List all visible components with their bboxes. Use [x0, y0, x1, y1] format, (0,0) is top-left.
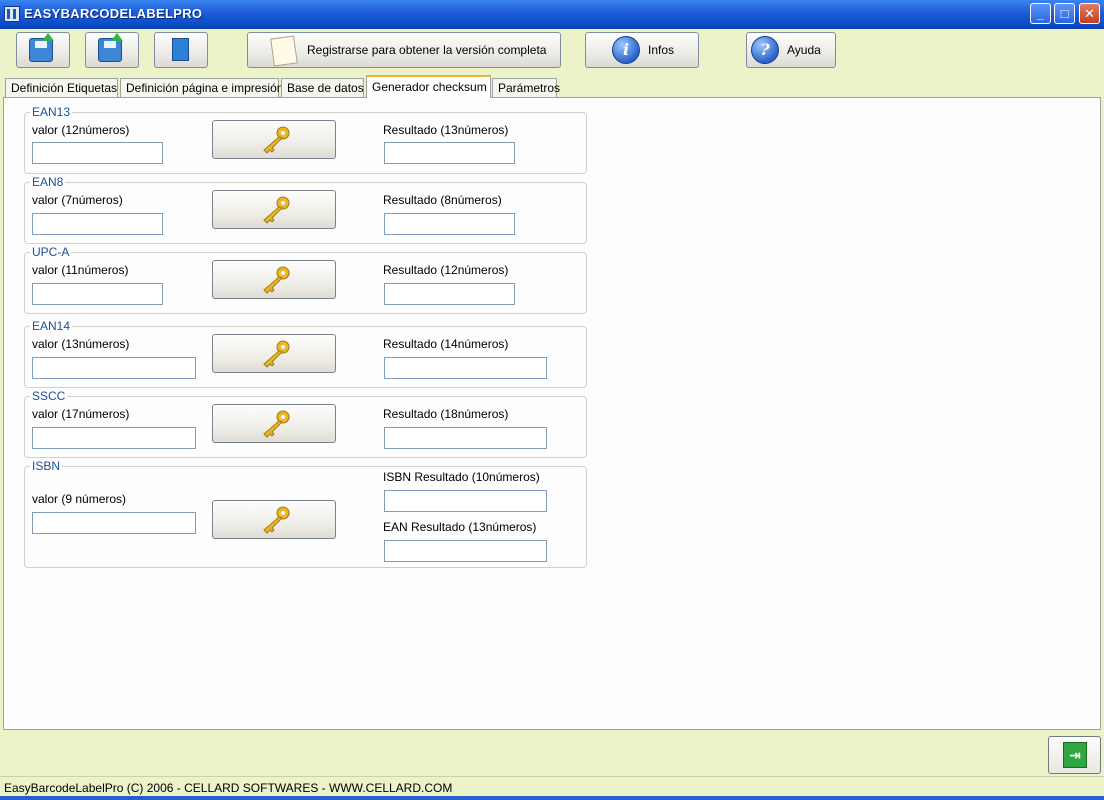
ean8-generate-button[interactable] — [212, 190, 336, 229]
ean14-generate-button[interactable] — [212, 334, 336, 373]
key-icon — [263, 340, 290, 368]
ean14-value-input[interactable] — [32, 357, 196, 379]
tab-definicion-etiquetas[interactable]: Definición Etiquetas — [5, 78, 118, 97]
status-text: EasyBarcodeLabelPro (C) 2006 - CELLARD S… — [4, 781, 453, 795]
close-button[interactable]: ✕ — [1079, 3, 1100, 24]
ean8-input-label: valor (7números) — [32, 193, 123, 207]
exit-button[interactable]: ⇥ — [1048, 736, 1101, 774]
group-title: ISBN — [30, 459, 63, 473]
save-as-button[interactable] — [85, 32, 139, 68]
sscc-result-label: Resultado (18números) — [383, 407, 509, 421]
upca-result-field[interactable] — [384, 283, 515, 305]
tab-base-de-datos[interactable]: Base de datos — [281, 78, 364, 97]
tab-definicion-pagina[interactable]: Definición página e impresión — [120, 78, 283, 97]
ean8-result-label: Resultado (8números) — [383, 193, 502, 207]
isbn-result-label: ISBN Resultado (10números) — [383, 470, 540, 484]
tab-parametros[interactable]: Parámetros — [492, 78, 560, 97]
window-title: EASYBARCODELABELPRO — [24, 6, 203, 21]
ayuda-button-label: Ayuda — [787, 43, 821, 57]
tab-generador-checksum[interactable]: Generador checksum — [366, 75, 491, 98]
ean13-result-field[interactable] — [384, 142, 515, 164]
title-bar: EASYBARCODELABELPRO _ □ ✕ — [0, 0, 1104, 29]
minimize-button[interactable]: _ — [1030, 3, 1051, 24]
group-title: UPC-A — [30, 245, 72, 259]
isbn-input-label: valor (9 números) — [32, 492, 127, 506]
ean13-result-label: Resultado (13números) — [383, 123, 509, 137]
ean13-generate-button[interactable] — [212, 120, 336, 159]
new-document-button[interactable] — [154, 32, 208, 68]
isbn-ean-result-field[interactable] — [384, 540, 547, 562]
app-icon — [4, 6, 20, 22]
info-icon: i — [612, 36, 640, 64]
ayuda-button[interactable]: ? Ayuda — [746, 32, 836, 68]
save-button[interactable] — [16, 32, 70, 68]
isbn-ean-result-label: EAN Resultado (13números) — [383, 520, 537, 534]
help-icon: ? — [751, 36, 779, 64]
sscc-result-field[interactable] — [384, 427, 547, 449]
infos-button[interactable]: i Infos — [585, 32, 699, 68]
sscc-input-label: valor (17números) — [32, 407, 130, 421]
save-icon — [29, 33, 54, 62]
group-title: EAN14 — [30, 319, 73, 333]
taskbar-strip — [0, 796, 1104, 800]
ean13-value-input[interactable] — [32, 142, 163, 164]
new-document-icon — [172, 38, 189, 61]
key-icon — [263, 266, 290, 294]
ean14-input-label: valor (13números) — [32, 337, 130, 351]
sscc-generate-button[interactable] — [212, 404, 336, 443]
isbn-generate-button[interactable] — [212, 500, 336, 539]
upca-input-label: valor (11números) — [32, 263, 129, 277]
upca-value-input[interactable] — [32, 283, 163, 305]
key-icon — [263, 196, 290, 224]
ean8-result-field[interactable] — [384, 213, 515, 235]
key-icon — [263, 126, 290, 154]
group-title: EAN13 — [30, 105, 73, 119]
upca-generate-button[interactable] — [212, 260, 336, 299]
register-button-label: Registrarse para obtener la versión comp… — [307, 43, 547, 57]
ean14-result-label: Resultado (14números) — [383, 337, 509, 351]
save-as-icon — [98, 33, 123, 62]
isbn-result-field[interactable] — [384, 490, 547, 512]
ean8-value-input[interactable] — [32, 213, 163, 235]
restore-button[interactable]: □ — [1054, 3, 1075, 24]
group-title: SSCC — [30, 389, 68, 403]
exit-icon: ⇥ — [1063, 742, 1087, 768]
key-icon — [263, 506, 290, 534]
register-button[interactable]: Registrarse para obtener la versión comp… — [247, 32, 561, 68]
sscc-value-input[interactable] — [32, 427, 196, 449]
group-title: EAN8 — [30, 175, 66, 189]
infos-button-label: Infos — [648, 43, 675, 57]
ean13-input-label: valor (12números) — [32, 123, 130, 137]
toolbar: Registrarse para obtener la versión comp… — [0, 29, 1104, 75]
register-note-icon — [270, 35, 298, 67]
upca-result-label: Resultado (12números) — [383, 263, 509, 277]
ean14-result-field[interactable] — [384, 357, 547, 379]
isbn-value-input[interactable] — [32, 512, 196, 534]
key-icon — [263, 410, 290, 438]
